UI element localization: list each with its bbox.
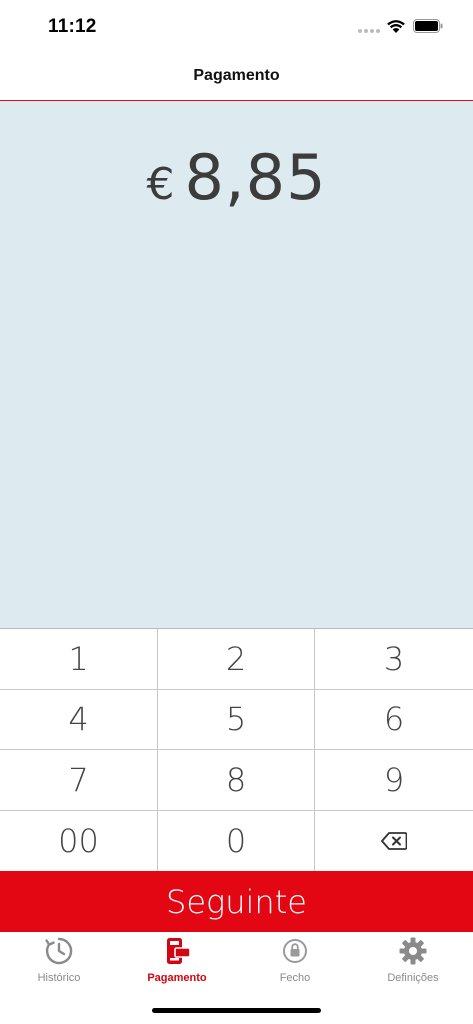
history-icon xyxy=(45,937,73,965)
gear-icon xyxy=(399,937,427,965)
key-3[interactable]: 3 xyxy=(315,629,473,690)
key-0[interactable]: 0 xyxy=(158,810,315,871)
key-8[interactable]: 8 xyxy=(158,750,315,811)
key-2[interactable]: 2 xyxy=(158,629,315,690)
key-00[interactable]: 00 xyxy=(0,810,158,871)
status-bar: 11:12 xyxy=(0,0,473,54)
key-7[interactable]: 7 xyxy=(0,750,158,811)
home-indicator xyxy=(152,1008,321,1013)
tab-label: Definições xyxy=(387,972,439,984)
backspace-button[interactable] xyxy=(315,810,473,871)
tab-label: Fecho xyxy=(279,972,311,984)
next-button[interactable]: Seguinte xyxy=(0,871,473,932)
status-time: 11:12 xyxy=(48,16,97,37)
amount-display: € 8,85 xyxy=(0,101,473,628)
key-6[interactable]: 6 xyxy=(315,689,473,750)
payment-terminal-icon xyxy=(167,938,191,964)
amount: € 8,85 xyxy=(0,141,473,214)
tab-fecho[interactable]: Fecho xyxy=(236,936,354,992)
tab-label: Histórico xyxy=(37,972,81,984)
tab-label: Pagamento xyxy=(147,972,207,984)
key-4[interactable]: 4 xyxy=(0,689,158,750)
page-title: Pagamento xyxy=(193,67,280,84)
tab-definicoes[interactable]: Definições xyxy=(354,936,472,992)
key-1[interactable]: 1 xyxy=(0,629,158,690)
key-5[interactable]: 5 xyxy=(158,689,315,750)
currency-symbol: € xyxy=(146,159,175,210)
amount-value: 8,85 xyxy=(184,141,327,214)
lock-icon xyxy=(283,939,307,963)
key-9[interactable]: 9 xyxy=(315,750,473,811)
backspace-icon xyxy=(381,831,407,850)
tab-pagamento[interactable]: Pagamento xyxy=(118,936,236,992)
cellular-signal-icon xyxy=(358,29,380,33)
numeric-keypad: 1 2 3 4 5 6 7 8 9 00 0 xyxy=(0,628,473,871)
navigation-bar: Pagamento xyxy=(0,54,473,101)
battery-icon xyxy=(413,19,443,33)
wifi-icon xyxy=(387,20,405,33)
tab-historico[interactable]: Histórico xyxy=(0,936,118,992)
